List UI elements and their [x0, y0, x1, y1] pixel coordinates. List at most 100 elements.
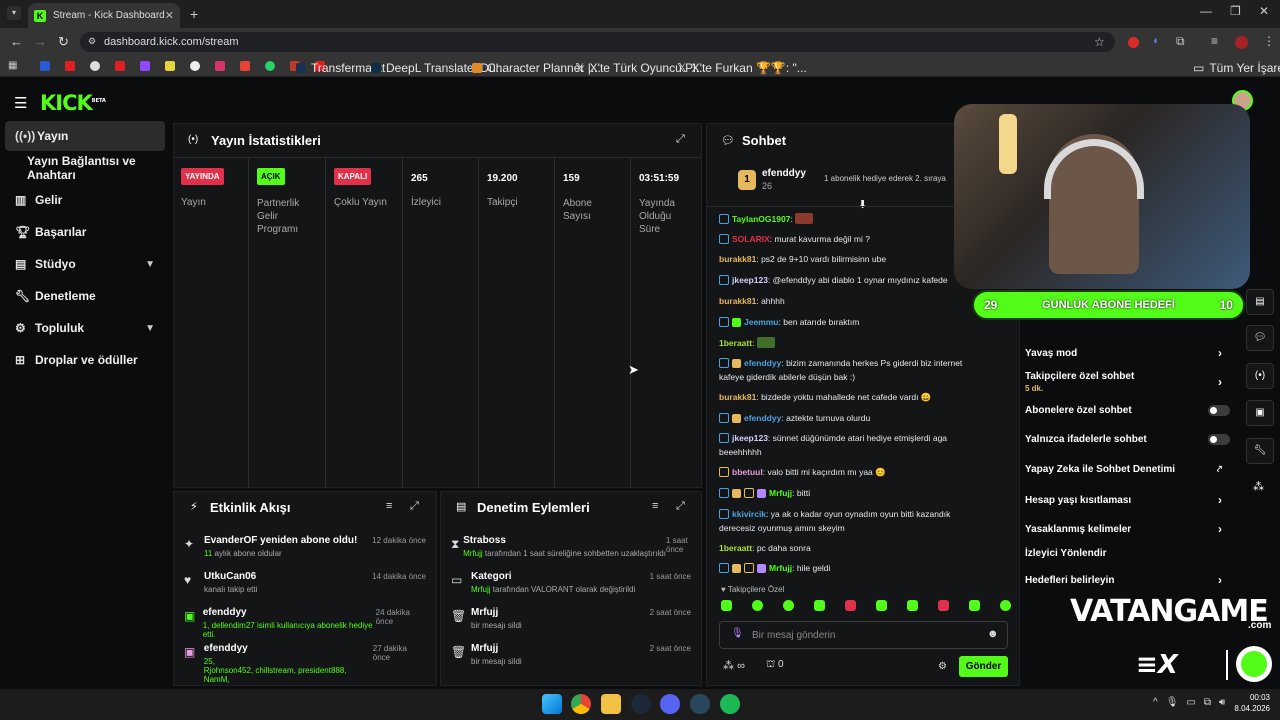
reading-list-icon[interactable]: ≡: [1211, 34, 1218, 48]
browser-menu-icon[interactable]: ⋮: [1263, 34, 1275, 48]
chat-username[interactable]: burakk81: [719, 392, 756, 402]
profile-avatar-icon[interactable]: [1235, 36, 1248, 49]
subs-only-toggle[interactable]: [1208, 405, 1230, 416]
expand-icon[interactable]: ⤢: [410, 500, 419, 513]
chat-settings-icon[interactable]: ⚙: [938, 661, 947, 672]
emote-icon[interactable]: [752, 600, 763, 611]
discord-icon[interactable]: [660, 694, 680, 714]
twitch-icon[interactable]: [140, 61, 150, 71]
extensions-icon[interactable]: ⧉: [1176, 34, 1185, 49]
sidebar-item-basarilar[interactable]: 🏆︎ Başarılar: [5, 217, 165, 247]
whatsapp-icon[interactable]: [265, 61, 275, 71]
forward-icon[interactable]: →: [34, 34, 47, 49]
emote-icon[interactable]: [814, 600, 825, 611]
emote-icon[interactable]: [845, 600, 856, 611]
emote-icon[interactable]: [721, 600, 732, 611]
quick-stats-button[interactable]: ▤: [1246, 289, 1274, 315]
windows-start-icon[interactable]: [542, 694, 562, 714]
emoji-picker-icon[interactable]: ☻: [987, 628, 999, 640]
extension-translate-icon[interactable]: ◖: [1152, 35, 1159, 47]
emote-icon[interactable]: [783, 600, 794, 611]
chat-username[interactable]: jkeep123: [732, 275, 768, 285]
youtube-icon[interactable]: [65, 61, 75, 71]
send-button[interactable]: Gönder: [959, 656, 1008, 677]
sidebar-item-gelir[interactable]: ▥ Gelir: [5, 185, 165, 215]
google-icon[interactable]: [90, 61, 100, 71]
sidebar-item-topluluk[interactable]: ⚙ Topluluk ▼: [5, 313, 165, 343]
chat-username[interactable]: TaylanOG1907: [732, 214, 790, 224]
quick-chat-button[interactable]: 💬︎: [1246, 325, 1274, 351]
chat-username[interactable]: SOLARIX: [732, 234, 770, 244]
sidebar-item-yayin[interactable]: ((•)) Yayın: [5, 121, 165, 151]
emote-icon[interactable]: [876, 600, 887, 611]
emote-icon[interactable]: [938, 600, 949, 611]
kick-logo[interactable]: KICKBETA: [40, 91, 106, 115]
setting-emotes-only[interactable]: Yalnızca ifadelerle sohbet: [1025, 434, 1230, 445]
chat-username[interactable]: Mrfujj: [769, 488, 792, 498]
quick-broadcast-button[interactable]: (•): [1246, 363, 1274, 389]
apps-grid-icon[interactable]: ▦: [8, 60, 17, 71]
clock[interactable]: 00:03 8.04.2026: [1232, 693, 1270, 713]
chat-username[interactable]: Mrfujj: [769, 563, 792, 573]
bookmark-star-icon[interactable]: ☆: [1094, 35, 1105, 49]
bookmark-arrow-icon[interactable]: [40, 61, 50, 71]
site-info-icon[interactable]: ⚙: [88, 36, 96, 47]
setting-goals[interactable]: Hedefleri belirleyin ›: [1025, 573, 1230, 587]
quick-community-icon[interactable]: ⁂: [1253, 480, 1264, 493]
new-tab-button[interactable]: +: [190, 6, 198, 22]
system-tray[interactable]: ^🎙︎▭⧉🔊︎: [1153, 697, 1233, 708]
expand-icon[interactable]: ⤢: [676, 500, 685, 513]
emote-icon[interactable]: [907, 600, 918, 611]
spotify-icon[interactable]: [720, 694, 740, 714]
setting-followers-only[interactable]: Takipçilere özel sohbet 5 dk. ›: [1025, 371, 1230, 393]
back-icon[interactable]: ←: [10, 34, 23, 49]
close-window-icon[interactable]: ✕: [1259, 4, 1269, 18]
microphone-icon[interactable]: 🎙︎: [731, 628, 744, 639]
chat-username[interactable]: jkeep123: [732, 433, 768, 443]
sidebar-item-studyo[interactable]: ▤ Stüdyo ▼: [5, 249, 165, 279]
chat-username[interactable]: burakk81: [719, 296, 756, 306]
chrome-icon[interactable]: [571, 694, 591, 714]
steam-icon[interactable]: [631, 694, 651, 714]
gmail-icon[interactable]: [240, 61, 250, 71]
tab-menu-icon[interactable]: ▾: [7, 6, 21, 20]
sidebar-item-stream-key[interactable]: Yayın Bağlantısı ve Anahtarı: [5, 153, 175, 183]
hamburger-menu-icon[interactable]: ☰: [14, 94, 27, 112]
minimize-icon[interactable]: —: [1200, 4, 1212, 18]
expand-icon[interactable]: ⤢: [676, 133, 685, 146]
browser-tab[interactable]: K Stream - Kick Dashboard ✕: [28, 3, 180, 28]
setting-raid[interactable]: İzleyici Yönlendir: [1025, 548, 1230, 559]
quick-moderation-button[interactable]: 🔧︎: [1246, 438, 1274, 464]
bookmark-s-icon[interactable]: [165, 61, 175, 71]
bookmark-circle-icon[interactable]: [190, 61, 200, 71]
setting-slow-mode[interactable]: Yavaş mod ›: [1025, 346, 1230, 360]
points-label[interactable]: ⁂ ∞: [723, 659, 745, 672]
extension-red-icon[interactable]: [1128, 37, 1139, 48]
instagram-icon[interactable]: [215, 61, 225, 71]
filter-icon[interactable]: ≡: [652, 500, 658, 512]
chat-username[interactable]: 1beraatt: [719, 338, 752, 348]
all-bookmarks[interactable]: ▭Tüm Yer İşaretleri: [1193, 61, 1280, 75]
chat-username[interactable]: Jeemmu: [744, 317, 779, 327]
setting-banned-words[interactable]: Yasaklanmış kelimeler ›: [1025, 522, 1230, 536]
youtube-icon-2[interactable]: [115, 61, 125, 71]
chat-username[interactable]: kkivircik: [732, 509, 766, 519]
emote-icon[interactable]: [1000, 600, 1011, 611]
pinned-user[interactable]: efenddyy: [762, 168, 806, 179]
sidebar-item-denetleme[interactable]: 🔧︎ Denetleme: [5, 281, 165, 311]
emote-icon[interactable]: [969, 600, 980, 611]
url-input[interactable]: dashboard.kick.com/stream: [80, 32, 1115, 52]
scroll-down-icon[interactable]: ⬇: [858, 198, 867, 211]
setting-account-age[interactable]: Hesap yaşı kısıtlaması ›: [1025, 493, 1230, 507]
chat-username[interactable]: bbetuul: [732, 467, 763, 477]
bookmark-x-furkan[interactable]: 𝕏 X'te Furkan 🏆🏆: "...: [677, 61, 807, 75]
file-explorer-icon[interactable]: [601, 694, 621, 714]
chat-username[interactable]: efenddyy: [744, 358, 781, 368]
chat-username[interactable]: burakk81: [719, 254, 756, 264]
chat-username[interactable]: 1beraatt: [719, 543, 752, 553]
close-tab-icon[interactable]: ✕: [165, 9, 174, 22]
reload-icon[interactable]: ↻: [58, 34, 69, 50]
chat-username[interactable]: efenddyy: [744, 413, 781, 423]
filter-icon[interactable]: ≡: [386, 500, 392, 512]
quick-studio-button[interactable]: ▣: [1246, 400, 1274, 426]
